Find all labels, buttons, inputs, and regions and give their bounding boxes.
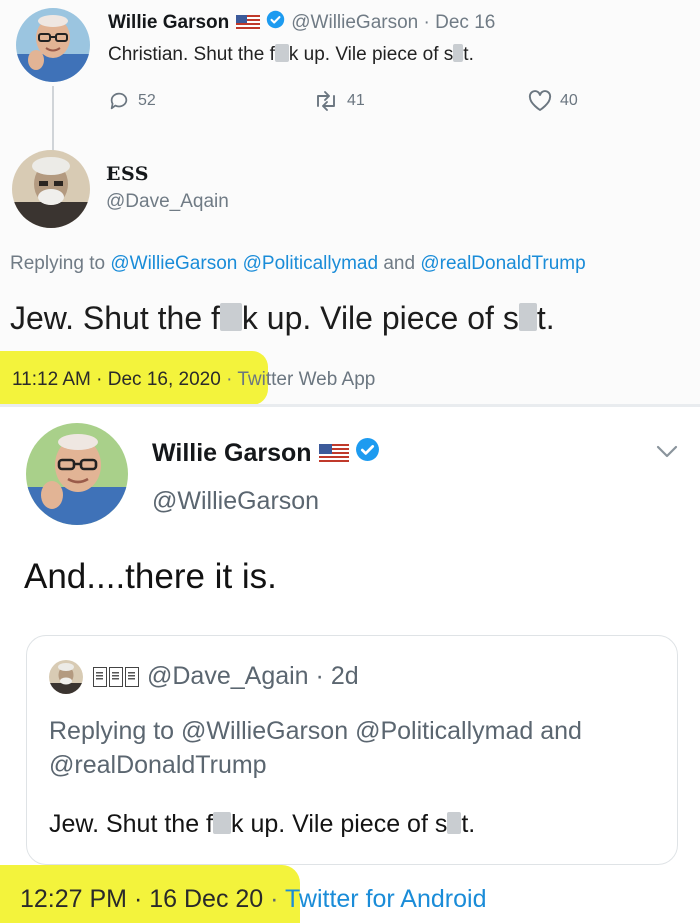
mention-text: @Politicallymad xyxy=(355,717,534,745)
mention-link[interactable]: @realDonaldTrump xyxy=(420,253,585,274)
quoted-text-part1: Jew. Shut the f xyxy=(49,810,213,838)
censor-block xyxy=(518,303,537,331)
tweet3-meta: 12:27 PM · 16 Dec 20 · Twitter for Andro… xyxy=(20,885,486,914)
censor-block xyxy=(213,812,231,834)
separator-dot: · xyxy=(270,885,279,913)
tweet1-date[interactable]: Dec 16 xyxy=(435,12,495,34)
flag-us-icon xyxy=(318,443,349,463)
flag-us-icon xyxy=(236,15,261,30)
tweet1-text-part3: t. xyxy=(463,44,474,65)
tweet2-text: Jew. Shut the f k up. Vile piece of s t. xyxy=(10,300,555,337)
tweet2-time[interactable]: 11:12 AM xyxy=(12,369,91,390)
quoted-handle: @Dave_Again xyxy=(147,662,309,690)
avatar-ess[interactable] xyxy=(12,150,90,228)
tweet3-client[interactable]: Twitter for Android xyxy=(285,885,486,913)
avatar-willie-garson[interactable] xyxy=(16,8,90,82)
quoted-replying-to: Replying to @WillieGarson @Politicallyma… xyxy=(49,714,649,782)
tweet1-handle[interactable]: @WillieGarson xyxy=(291,12,418,34)
like-count: 40 xyxy=(560,92,578,109)
tweet1-author-name[interactable]: Willie Garson xyxy=(108,12,229,34)
replying-label: Replying to xyxy=(49,717,175,745)
mention-link[interactable]: @Politicallymad xyxy=(243,253,378,274)
quoted-text-part2: k up. Vile piece of s xyxy=(231,810,448,838)
quoted-age: 2d xyxy=(330,662,359,690)
separator-dot: · xyxy=(226,369,233,390)
mention-text: @WillieGarson xyxy=(181,717,349,745)
tweet2-text-part1: Jew. Shut the f xyxy=(10,300,220,336)
separator-dot: · xyxy=(96,369,103,390)
reply-button[interactable]: 52 xyxy=(108,90,156,112)
tweet3-author-name[interactable]: Willie Garson xyxy=(152,439,312,468)
thread-line xyxy=(52,86,54,152)
and-label: and xyxy=(540,717,582,745)
and-label: and xyxy=(383,253,416,274)
separator-dot: · xyxy=(133,885,143,913)
censor-block xyxy=(219,303,242,331)
quoted-header: @Dave_Again · 2d xyxy=(93,662,359,691)
reply-count: 52 xyxy=(138,92,156,109)
censor-block xyxy=(274,44,289,62)
tweet1-text: Christian. Shut the f k up. Vile piece of… xyxy=(108,44,474,66)
separator-dot: · xyxy=(418,11,436,33)
tweet2-author-name[interactable]: ESS xyxy=(106,163,149,185)
tweet2-replying-to: Replying to @WillieGarson @Politicallyma… xyxy=(10,253,586,275)
retweet-icon xyxy=(313,90,339,112)
tweet3-text: And....there it is. xyxy=(24,557,277,596)
tweet1-header: Willie Garson @WillieGarson · Dec 16 xyxy=(108,10,495,35)
tweet3-header: Willie Garson xyxy=(152,437,386,469)
retweet-button[interactable]: 41 xyxy=(313,90,365,112)
mention-text: @realDonaldTrump xyxy=(49,751,267,779)
tweet1-actions: 52 41 40 xyxy=(108,90,608,116)
tweet3-handle[interactable]: @WillieGarson xyxy=(152,487,319,516)
reply-icon xyxy=(108,90,130,112)
retweet-count: 41 xyxy=(347,92,365,109)
tweet1-text-part1: Christian. Shut the f xyxy=(108,44,275,65)
separator-dot: · xyxy=(308,662,331,690)
avatar-quoted xyxy=(49,660,83,694)
tweet2-meta: 11:12 AM · Dec 16, 2020 · Twitter Web Ap… xyxy=(12,369,375,391)
tweet2-text-part3: t. xyxy=(536,300,555,336)
tweet2-date[interactable]: Dec 16, 2020 xyxy=(108,369,221,390)
replying-label: Replying to xyxy=(10,253,106,274)
quoted-text: Jew. Shut the f k up. Vile piece of s t. xyxy=(49,810,475,839)
tweet2-text-part2: k up. Vile piece of s xyxy=(241,300,519,336)
bottom-screenshot: Willie Garson @WillieGarson And....there… xyxy=(0,407,700,923)
top-screenshot: Willie Garson @WillieGarson · Dec 16 Chr… xyxy=(0,0,700,404)
avatar-willie-garson[interactable] xyxy=(26,423,128,525)
chevron-down-icon[interactable] xyxy=(656,445,678,464)
censor-block xyxy=(447,812,462,834)
verified-badge-icon xyxy=(355,437,380,469)
tweet3-time[interactable]: 12:27 PM xyxy=(20,885,127,913)
tweet3-date[interactable]: 16 Dec 20 xyxy=(149,885,263,913)
verified-badge-icon xyxy=(266,10,285,35)
tweet2-client[interactable]: Twitter Web App xyxy=(237,369,375,390)
like-button[interactable]: 40 xyxy=(528,90,578,112)
quoted-author-name xyxy=(93,666,139,687)
quoted-text-part3: t. xyxy=(461,810,476,838)
censor-block xyxy=(453,44,464,62)
tweet2-handle[interactable]: @Dave_Aqain xyxy=(106,191,229,213)
tweet1-text-part2: k up. Vile piece of s xyxy=(288,44,454,65)
quoted-tweet-card[interactable]: @Dave_Again · 2d Replying to @WillieGars… xyxy=(26,635,678,865)
like-icon xyxy=(528,90,552,112)
mention-link[interactable]: @WillieGarson xyxy=(110,253,237,274)
